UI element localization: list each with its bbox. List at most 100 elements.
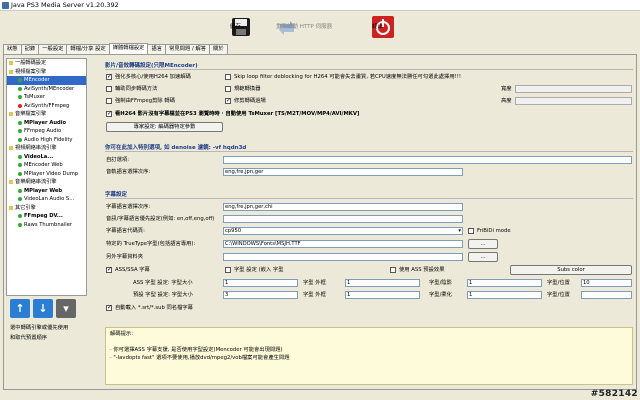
tab-bar: 狀態 記錄 一般設定 轉檔/分享 設定 媒體轉檔設定 語言 常見問題 / 解答 關於 — [3, 43, 228, 54]
tab-6[interactable]: 常見問題 / 解答 — [165, 44, 211, 54]
tree-item-label: MEncoder — [24, 77, 50, 83]
enabled-icon — [18, 163, 22, 168]
folder-icon — [9, 205, 13, 210]
tree-item[interactable]: 一般轉碼設定 — [7, 59, 86, 68]
chevron-down-icon: ▾ — [458, 228, 461, 234]
tree-item[interactable]: MPlayer Audio — [7, 119, 86, 128]
tab-1[interactable]: 記錄 — [20, 44, 40, 54]
custom-options-label: 自訂選項: — [106, 157, 129, 163]
subs-color-button[interactable]: Subs color — [510, 265, 632, 275]
default-outline-input[interactable]: 1 — [345, 291, 420, 299]
auto-tsmuxer-checkbox[interactable] — [106, 110, 112, 117]
tree-item[interactable]: MEncoder — [7, 76, 86, 85]
move-down-icon[interactable]: ↓ — [33, 299, 53, 318]
tab-0[interactable]: 狀態 — [3, 44, 22, 54]
tree-item[interactable]: 音樂檔案引擎 — [7, 110, 86, 119]
save-button[interactable]: 儲存 — [230, 13, 252, 41]
engine-tree[interactable]: 一般轉碼設定 視頻檔案引擎 MEncoder AviSynth/MEncoder TsM… — [6, 58, 87, 296]
tree-item[interactable]: 其它引擎 — [7, 204, 86, 213]
tree-item[interactable]: VideoLan Audio S... — [7, 195, 86, 204]
tab-4[interactable]: 媒體轉檔設定 — [108, 43, 149, 54]
ass-shadow-input[interactable]: 1 — [467, 279, 542, 287]
audio-sub-priority-input[interactable] — [223, 215, 463, 223]
tree-item[interactable]: AviSynth/MEncoder — [7, 85, 86, 94]
height-input[interactable] — [515, 97, 632, 105]
skip-loop-filter-checkbox[interactable] — [225, 74, 231, 80]
tree-item-label: MEncoder Web — [24, 162, 63, 168]
ass-default-checkbox[interactable] — [390, 267, 396, 273]
restart-http-button[interactable]: 重新啟動 HTTP 伺服器 — [276, 13, 332, 41]
tree-item[interactable]: 視頻網絡串流引擎 — [7, 144, 86, 153]
width-input[interactable] — [515, 85, 632, 93]
tree-item-label: MPlayer Web — [24, 187, 63, 194]
av-sync-checkbox[interactable] — [106, 86, 112, 92]
tree-item-label: VideoLan Audio S... — [24, 196, 75, 202]
font-file-input[interactable]: C:\WINDOWS\Fonts\MSJH.TTF — [223, 240, 463, 248]
default-outline-label: 字型 外框 — [303, 292, 326, 298]
tab-3[interactable]: 轉檔/分享 設定 — [66, 44, 110, 54]
tree-item-label: MPlayer Audio — [24, 119, 67, 126]
ffmpeg-trim-checkbox[interactable] — [106, 98, 112, 104]
sub-folder-input[interactable] — [223, 253, 463, 261]
tree-item[interactable]: MPlayer Web — [7, 187, 86, 196]
skip-loop-filter-label: Skip loop filter deblocking for H264 可能會… — [234, 74, 461, 80]
trim-transition-checkbox[interactable] — [225, 97, 231, 104]
scaler-checkbox[interactable] — [225, 86, 231, 92]
tab-2[interactable]: 一般設定 — [38, 44, 68, 54]
quit-button[interactable]: 終止 — [372, 13, 394, 41]
enabled-icon — [18, 222, 22, 227]
sub-lang-label: 字幕語言選擇次序: — [106, 204, 151, 210]
autoload-srt-checkbox[interactable] — [106, 304, 112, 311]
ass-font-size-input[interactable]: 1 — [223, 279, 298, 287]
codepage-label: 字幕語言代碼頁: — [106, 228, 145, 234]
ass-margin-input[interactable]: 10 — [581, 279, 632, 287]
auto-tsmuxer-label: 看H264 影片沒有字幕檔並在PS3 瀏覽時時 · 自動使用 TsMuxer [… — [115, 111, 360, 117]
tree-item[interactable]: FFmpeg DV... — [7, 212, 86, 221]
default-margin-input[interactable] — [581, 291, 632, 299]
tree-item[interactable]: 視頻檔案引擎 — [7, 68, 86, 77]
browse-font-button[interactable]: ... — [468, 239, 498, 249]
tree-item[interactable]: 音樂網絡串流引擎 — [7, 178, 86, 187]
tree-item-label: 其它引擎 — [15, 204, 36, 211]
expert-settings-button[interactable]: 專家設定: 編碼器特定參數 — [106, 122, 223, 132]
av-sync-label: 輔助同步轉碼方法 — [115, 86, 158, 92]
codepage-select[interactable]: cp950 ▾ — [223, 227, 463, 235]
custom-options-input[interactable] — [223, 156, 632, 164]
tree-item[interactable]: FFmpeg Audio — [7, 127, 86, 136]
divider — [105, 198, 633, 199]
tree-item[interactable]: MEncoder Web — [7, 161, 86, 170]
ffmpeg-trim-label: 強制由FFmpeg剪除 轉碼 — [115, 98, 175, 104]
embed-font-checkbox[interactable] — [225, 267, 231, 273]
folder-icon — [9, 112, 13, 117]
default-font-size-input[interactable]: 3 — [223, 291, 298, 299]
tree-item[interactable]: VideoLa... — [7, 153, 86, 162]
trim-transition-label: 修剪轉碼過場 — [234, 98, 266, 104]
default-blur-input[interactable]: 1 — [467, 291, 542, 299]
tip-line: · "-lavdopts fast" 選項不要使用,播放dvd/mpeg2/vo… — [110, 355, 290, 362]
tree-item[interactable]: Audio High Fidelity — [7, 136, 86, 145]
tree-item[interactable]: Raws Thumbnailer — [7, 221, 86, 230]
enabled-icon — [18, 154, 22, 159]
toolbar: 儲存 重新啟動 HTTP 伺服器 終止 — [0, 11, 640, 43]
fribidi-checkbox[interactable] — [468, 228, 474, 234]
ass-outline-input[interactable]: 1 — [345, 279, 420, 287]
browse-folder-button[interactable]: ... — [468, 252, 498, 262]
ass-outline-label: 字型 外框 — [303, 280, 326, 286]
tree-item[interactable]: AviSynth/FFmpeg — [7, 102, 86, 111]
restart-label: 重新啟動 HTTP 伺服器 — [276, 24, 333, 30]
sub-lang-input[interactable]: eng,fre,jpn,ger,chi — [223, 203, 463, 211]
tree-item[interactable]: MPlayer Video Dump — [7, 170, 86, 179]
tree-item[interactable]: TsMuxer — [7, 93, 86, 102]
enabled-icon — [18, 197, 22, 202]
section-title-subtitles: 字幕設定 — [105, 192, 128, 198]
move-up-icon[interactable]: ↑ — [10, 299, 30, 318]
audio-lang-input[interactable]: eng,fre,jpn,ger — [223, 168, 463, 176]
enabled-icon — [18, 120, 22, 125]
tab-7[interactable]: 關於 — [209, 44, 228, 54]
tab-5[interactable]: 語言 — [147, 44, 167, 54]
toggle-engine-icon[interactable]: ▾ — [56, 299, 76, 318]
ass-checkbox[interactable] — [106, 266, 112, 273]
disabled-icon — [18, 103, 22, 108]
multicore-checkbox[interactable] — [106, 73, 112, 80]
autoload-srt-label: 自動載入 *.srt/*.sub 同名檔字幕 — [115, 305, 193, 311]
